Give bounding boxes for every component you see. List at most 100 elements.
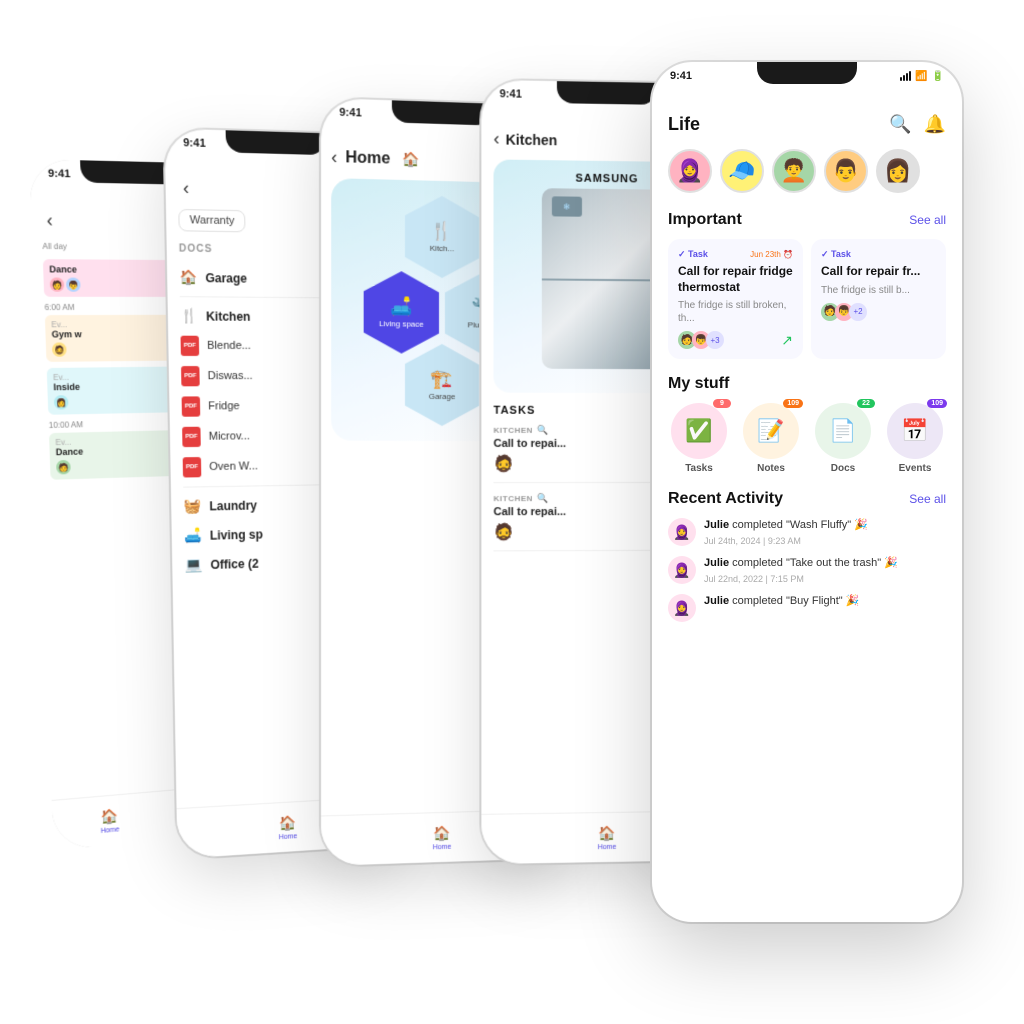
stuff-docs[interactable]: 📄 22 Docs <box>812 403 874 474</box>
kitchen-hex-label: Kitch... <box>430 244 454 253</box>
garage-label: Garage <box>205 271 247 286</box>
pdf-icon-1: PDF <box>181 336 200 356</box>
story-5[interactable]: 👩 <box>876 149 920 193</box>
time-2: 9:41 <box>183 137 206 150</box>
time-1: 9:41 <box>48 168 71 181</box>
activity-3: 🧕 Julie completed "Buy Flight" 🎉 <box>668 594 946 622</box>
office-icon: 💻 <box>184 556 202 574</box>
activity-avatar-2: 🧕 <box>668 556 696 584</box>
card-title-2: Call for repair fr... <box>821 264 936 280</box>
events-label: Events <box>899 463 932 474</box>
nav-home-3[interactable]: 🏠 Home <box>433 824 452 851</box>
see-all-activity[interactable]: See all <box>909 492 946 506</box>
living-hex-label: Living space <box>375 319 428 329</box>
kitchen-label-2: Kitchen <box>206 309 251 323</box>
activity-info-1: Julie completed "Wash Fluffy" 🎉 Jul 24th… <box>704 518 868 545</box>
tasks-badge: 9 <box>713 399 731 408</box>
activity-time-2: Jul 22nd, 2022 | 7:15 PM <box>704 574 898 584</box>
story-3[interactable]: 🧑‍🦱 <box>772 149 816 193</box>
nav-home-4[interactable]: 🏠 Home <box>598 824 617 850</box>
file-name-2: Diswas... <box>208 370 253 382</box>
file-name-3: Fridge <box>208 400 240 412</box>
search-button[interactable]: 🔍 <box>889 114 911 135</box>
story-face-4: 👨 <box>826 151 866 191</box>
life-action-icons: 🔍 🔔 <box>889 114 946 135</box>
pdf-icon-5: PDF <box>183 457 202 477</box>
activity-section-header: Recent Activity See all <box>668 490 946 508</box>
stuff-row: ✅ 9 Tasks 📝 109 Notes � <box>668 403 946 474</box>
warranty-tag[interactable]: Warranty <box>178 209 245 232</box>
task-card-2[interactable]: ✓ Task Call for repair fr... The fridge … <box>811 239 946 359</box>
activity-avatar-1: 🧕 <box>668 518 696 546</box>
file-name-4: Microv... <box>209 430 250 443</box>
activity-text-3: Julie completed "Buy Flight" 🎉 <box>704 594 859 609</box>
nav-home-1[interactable]: 🏠 Home <box>100 807 120 835</box>
life-title: Life <box>668 114 700 135</box>
nav-home-label-2: Home <box>279 833 298 841</box>
kitchen-hex-icon: 🍴 <box>431 221 453 242</box>
search-icon-task-2: 🔍 <box>537 493 549 504</box>
phone-life: 9:41 📶 🔋 Life 🔍 🔔 <box>652 62 962 922</box>
activity-avatar-3: 🧕 <box>668 594 696 622</box>
card-plus-1: +3 <box>706 331 724 349</box>
notch-5 <box>757 62 857 84</box>
garage-icon: 🏠 <box>179 269 197 286</box>
card-type-2: ✓ Task <box>821 249 851 260</box>
docs-circle: 📄 22 <box>815 403 871 459</box>
pdf-icon-2: PDF <box>181 366 200 386</box>
important-section-header: Important See all <box>668 211 946 229</box>
home-icon-1: 🏠 <box>101 807 119 826</box>
stuff-notes[interactable]: 📝 109 Notes <box>740 403 802 474</box>
see-all-important[interactable]: See all <box>909 213 946 227</box>
hex-living[interactable]: 🛋️ Living space <box>364 271 439 354</box>
story-2[interactable]: 🧢 <box>720 149 764 193</box>
living-icon-2: 🛋️ <box>184 527 202 545</box>
card-date-1: Jun 23th ⏰ <box>750 250 793 259</box>
search-icon-task-1: 🔍 <box>537 425 549 436</box>
stuff-tasks[interactable]: ✅ 9 Tasks <box>668 403 730 474</box>
mystuff-header: My stuff <box>668 375 946 393</box>
avatar-small: 👦 <box>66 278 81 292</box>
home-small-icon: 🏠 <box>402 151 419 169</box>
card-plus-2: +2 <box>849 303 867 321</box>
living-hex-icon: 🛋️ <box>390 296 413 317</box>
story-1[interactable]: 🧕 <box>668 149 712 193</box>
card-title-1: Call for repair fridge thermostat <box>678 264 793 295</box>
garage-hex-label: Garage <box>429 392 456 401</box>
hex-kitchen[interactable]: 🍴 Kitch... <box>404 195 479 279</box>
stories-row: 🧕 🧢 🧑‍🦱 👨 👩 <box>668 149 946 193</box>
activity-info-3: Julie completed "Buy Flight" 🎉 <box>704 594 859 609</box>
story-face-5: 👩 <box>878 151 918 191</box>
hex-garage[interactable]: 🏗️ Garage <box>404 344 479 427</box>
activity-time-1: Jul 24th, 2024 | 9:23 AM <box>704 536 868 546</box>
events-circle: 📅 109 <box>887 403 943 459</box>
mystuff-section: My stuff ✅ 9 Tasks 📝 109 <box>668 375 946 474</box>
story-face-1: 🧕 <box>670 151 710 191</box>
life-content: Life 🔍 🔔 🧕 🧢 🧑‍🦱 👨 <box>652 82 962 922</box>
task-user-avatar-1: 🧔 <box>494 456 514 473</box>
pdf-icon-3: PDF <box>182 396 201 416</box>
notch-2 <box>226 130 326 155</box>
task-card-1[interactable]: ✓ Task Jun 23th ⏰ Call for repair fridge… <box>668 239 803 359</box>
notes-circle: 📝 109 <box>743 403 799 459</box>
garage-hex-icon: 🏗️ <box>431 369 453 390</box>
time-4: 9:41 <box>500 88 522 100</box>
living-label: Living sp <box>210 527 263 542</box>
activity-info-2: Julie completed "Take out the trash" 🎉 J… <box>704 556 898 583</box>
bar2 <box>903 75 905 81</box>
laundry-label: Laundry <box>209 498 257 513</box>
nav-home-2[interactable]: 🏠 Home <box>278 814 297 841</box>
nav-home-label-4: Home <box>598 843 617 850</box>
bell-button[interactable]: 🔔 <box>924 114 946 135</box>
battery-icon: 🔋 <box>932 71 944 82</box>
activity-text-1: Julie completed "Wash Fluffy" 🎉 <box>704 518 868 533</box>
stuff-events[interactable]: 📅 109 Events <box>884 403 946 474</box>
bar4 <box>909 71 911 81</box>
recent-label: Recent Activity <box>668 490 783 508</box>
card-meta-1: ✓ Task Jun 23th ⏰ <box>678 249 793 260</box>
back-btn-4[interactable]: ‹ <box>494 128 500 149</box>
story-4[interactable]: 👨 <box>824 149 868 193</box>
notch-3 <box>392 100 492 125</box>
back-btn-3[interactable]: ‹ <box>331 147 337 168</box>
avatar-small: 🧔 <box>52 342 67 356</box>
